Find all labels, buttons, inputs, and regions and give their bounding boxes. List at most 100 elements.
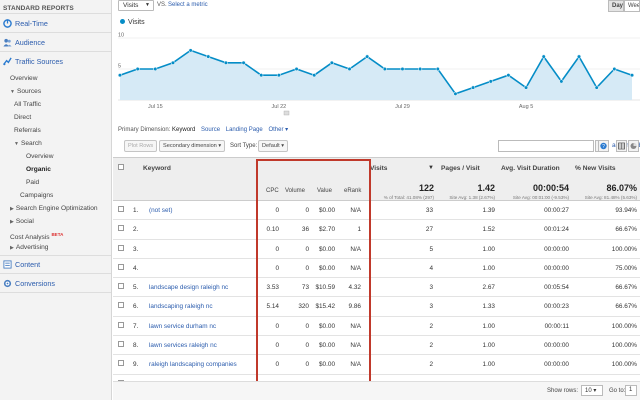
- sidebar-item-overview[interactable]: Overview: [0, 72, 111, 85]
- dimension-landing-page-link[interactable]: Landing Page: [226, 127, 263, 133]
- sort-type-select[interactable]: Default ▾: [258, 140, 289, 152]
- sidebar-item-search[interactable]: ▼ Search: [0, 137, 111, 150]
- sidebar-item-traffic-sources[interactable]: Traffic Sources: [0, 52, 111, 71]
- cell-pages: 1.33: [482, 303, 495, 311]
- dimension-keyword: Keyword: [172, 127, 196, 133]
- show-rows-label: Show rows:: [547, 388, 579, 394]
- cell-keyword[interactable]: lawn services raleigh nc: [149, 342, 217, 349]
- go-to-input[interactable]: 1: [625, 385, 637, 396]
- audience-icon: [3, 38, 12, 47]
- sidebar-item-seo[interactable]: ▶ Search Engine Optimization: [0, 202, 111, 215]
- data-point: [612, 66, 617, 72]
- metric-select[interactable]: Visits ▼: [118, 0, 154, 11]
- show-rows-select[interactable]: 10 ▾: [581, 385, 603, 396]
- select-all-checkbox[interactable]: [118, 164, 124, 170]
- dropdown-arrow-icon: ▼: [145, 2, 150, 8]
- cell-pages: 1.00: [482, 361, 495, 369]
- sidebar-item-direct[interactable]: Direct: [0, 111, 111, 124]
- row-checkbox[interactable]: [118, 360, 124, 367]
- cell-keyword[interactable]: landscaping raleigh nc: [149, 303, 213, 310]
- table-row: 2. 0.10 36 $2.70 1 27 1.52 00:01:24 66.67%: [113, 220, 640, 240]
- cell-keyword[interactable]: raleigh landscaping companies: [149, 361, 237, 368]
- cell-new: 66.67%: [615, 303, 637, 311]
- table-row: 3. 0 0 $0.00 N/A 5 1.00 00:00:00 100.00%: [113, 239, 640, 259]
- pie-view-icon[interactable]: [628, 140, 639, 152]
- cell-pages: 1.00: [482, 264, 495, 272]
- cell-visits: 5: [429, 245, 433, 253]
- row-checkbox[interactable]: [118, 263, 124, 270]
- y-tick-label: 10: [118, 33, 124, 39]
- data-point: [453, 91, 458, 96]
- row-checkbox[interactable]: [118, 283, 124, 290]
- sidebar-item-conversions[interactable]: Conversions: [0, 274, 111, 293]
- sidebar-item-realtime[interactable]: Real-Time: [0, 14, 111, 33]
- series-dot-icon: [120, 19, 125, 24]
- data-point: [365, 54, 370, 59]
- plot-rows-button[interactable]: Plot Rows: [124, 140, 158, 152]
- legend-label: Visits: [128, 19, 145, 26]
- help-icon[interactable]: ?: [598, 140, 609, 152]
- cell-keyword[interactable]: lawn service durham nc: [149, 323, 216, 330]
- cell-num: 1.: [133, 207, 139, 214]
- total-visits: 122 % of Total: 41.08% (297): [383, 183, 434, 200]
- dimension-source-link[interactable]: Source: [201, 127, 220, 133]
- cell-visits: 2: [429, 322, 433, 330]
- sidebar-item-audience[interactable]: Audience: [0, 33, 111, 52]
- row-checkbox[interactable]: [118, 302, 124, 309]
- period-week-button[interactable]: Week: [624, 0, 640, 12]
- period-day-button[interactable]: Day: [608, 0, 624, 12]
- data-point: [188, 48, 193, 53]
- sort-desc-icon[interactable]: ▼: [428, 165, 434, 171]
- cell-visits: 4: [429, 264, 433, 272]
- col-avg-visit-duration[interactable]: Avg. Visit Duration: [501, 165, 560, 172]
- col-keyword[interactable]: Keyword: [143, 165, 171, 172]
- vs-label: VS.: [157, 2, 167, 8]
- data-point: [471, 85, 476, 90]
- cell-pages: 1.52: [482, 226, 495, 234]
- cell-keyword[interactable]: landscape design raleigh nc: [149, 284, 228, 291]
- sidebar-item-cost-analysis[interactable]: Cost Analysis BETA: [0, 228, 111, 241]
- realtime-icon: [3, 18, 12, 28]
- chart-slider-handle: [283, 110, 290, 116]
- row-checkbox[interactable]: [118, 321, 124, 328]
- sidebar-item-campaigns[interactable]: Campaigns: [0, 189, 111, 202]
- data-point: [629, 73, 635, 78]
- sidebar-item-organic[interactable]: Organic: [0, 163, 111, 176]
- sidebar-item-advertising[interactable]: ▶ Advertising: [0, 241, 111, 254]
- row-checkbox[interactable]: [118, 341, 124, 348]
- chart-legend: Visits: [120, 19, 145, 26]
- sidebar-item-content[interactable]: Content: [0, 255, 111, 274]
- col-visits[interactable]: Visits: [370, 165, 387, 172]
- sidebar-item-referrals[interactable]: Referrals: [0, 124, 111, 137]
- sidebar-item-all-traffic[interactable]: All Traffic: [0, 98, 111, 111]
- row-checkbox[interactable]: [118, 206, 124, 212]
- cell-duration: 00:00:27: [544, 207, 569, 214]
- table-header: Keyword CPC Volume Value eRank Visits ▼ …: [113, 157, 640, 201]
- search-input[interactable]: [498, 140, 609, 152]
- secondary-dimension-button[interactable]: Secondary dimension ▾: [159, 140, 226, 152]
- sidebar-item-sources[interactable]: ▼ Sources: [0, 85, 111, 98]
- sidebar-item-paid[interactable]: Paid: [0, 176, 111, 189]
- cell-visits: 2: [429, 361, 433, 369]
- total-avg-duration: 00:00:54 Site Avg: 00:01:00 (-9.53%): [512, 183, 569, 200]
- cell-visits: 27: [425, 226, 433, 234]
- table-view-icon[interactable]: [616, 140, 627, 152]
- conversions-icon: [3, 279, 12, 288]
- sidebar-item-search-overview[interactable]: Overview: [0, 150, 111, 163]
- col-new-visits[interactable]: % New Visits: [575, 165, 616, 172]
- series-area: [120, 50, 632, 100]
- col-pages-visit[interactable]: Pages / Visit: [441, 165, 480, 172]
- x-tick-label: Jul 15: [148, 104, 163, 110]
- cell-duration: 00:00:11: [544, 322, 569, 330]
- cell-duration: 00:00:23: [544, 303, 569, 311]
- sidebar-item-social[interactable]: ▶ Social: [0, 215, 111, 228]
- cell-keyword[interactable]: (not set): [149, 207, 172, 214]
- select-metric-link[interactable]: Select a metric: [168, 2, 208, 8]
- primary-dimension-label: Primary Dimension:: [118, 127, 171, 133]
- dimension-other-link[interactable]: Other ▾: [268, 127, 288, 133]
- data-point: [541, 54, 546, 59]
- cell-num: 7.: [133, 322, 139, 330]
- row-checkbox[interactable]: [118, 225, 124, 232]
- row-checkbox[interactable]: [118, 244, 124, 251]
- table-row: 4. 0 0 $0.00 N/A 4 1.00 00:00:00 75.00%: [113, 258, 640, 279]
